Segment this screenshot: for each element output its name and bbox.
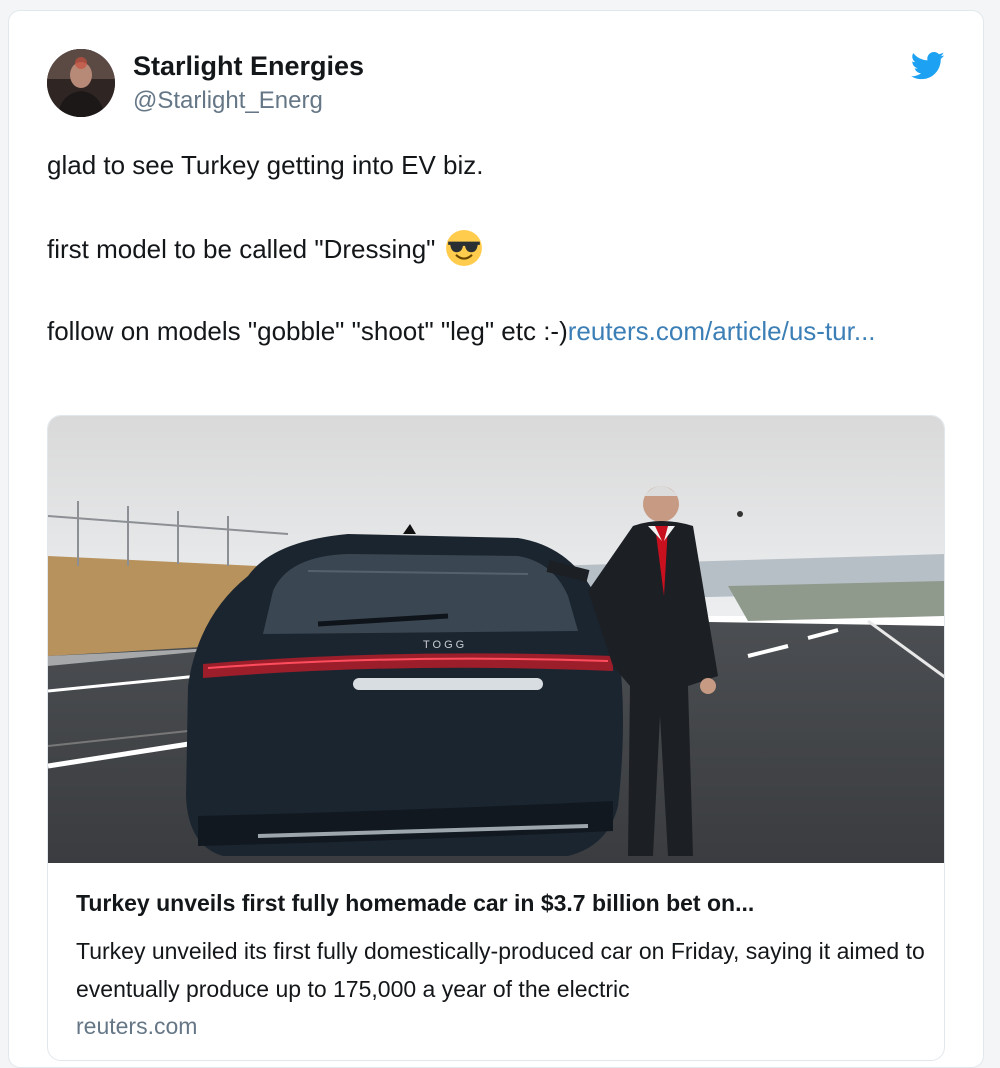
article-description: Turkey unveiled its first fully domestic… xyxy=(76,938,925,1002)
tweet-paragraph-2-text: first model to be called "Dressing" xyxy=(47,234,436,264)
author-name[interactable]: Starlight Energies xyxy=(133,51,364,82)
tweet-paragraph-3: follow on models "gobble" "shoot" "leg" … xyxy=(47,310,947,352)
article-link[interactable]: reuters.com/article/us-tur... xyxy=(568,316,876,346)
article-domain: reuters.com xyxy=(76,1013,198,1039)
article-image[interactable]: TOGG xyxy=(48,416,945,863)
tweet-paragraph-3-text: follow on models "gobble" "shoot" "leg" … xyxy=(47,316,568,346)
avatar[interactable] xyxy=(47,49,115,117)
link-preview-card[interactable]: TOGG Turkey unveils first fully homemade… xyxy=(47,415,945,1061)
tweet-paragraph-1-text: glad to see Turkey getting into EV biz. xyxy=(47,150,484,180)
article-title[interactable]: Turkey unveils first fully homemade car … xyxy=(76,890,936,917)
twitter-bird-icon[interactable] xyxy=(911,51,945,81)
car-badge-text: TOGG xyxy=(423,639,467,651)
tweet-paragraph-1: glad to see Turkey getting into EV biz. xyxy=(47,144,947,186)
author-handle[interactable]: @Starlight_Energ xyxy=(133,87,323,115)
tweet-text: glad to see Turkey getting into EV biz. … xyxy=(47,144,947,352)
avatar-image xyxy=(47,49,115,117)
tweet-card: Starlight Energies @Starlight_Energ glad… xyxy=(8,10,984,1068)
tweet-paragraph-2: first model to be called "Dressing" xyxy=(47,228,947,270)
sunglasses-emoji-icon xyxy=(446,230,483,266)
